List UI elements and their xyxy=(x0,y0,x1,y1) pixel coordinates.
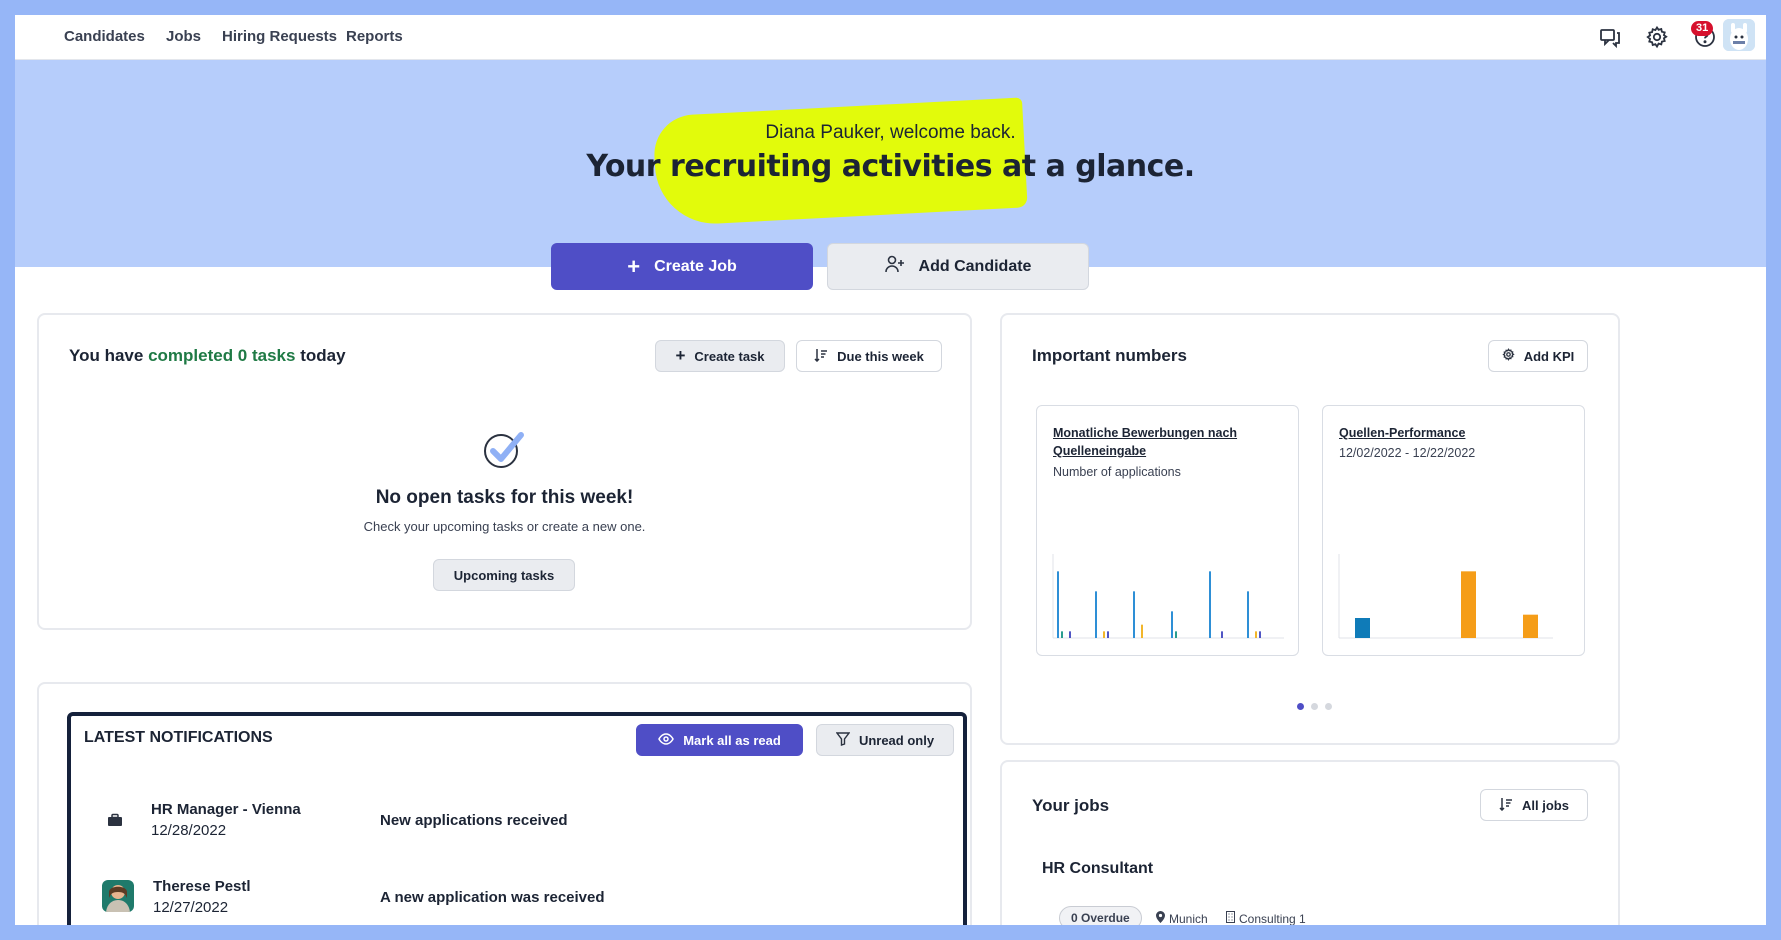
eye-icon xyxy=(658,732,675,748)
job-location-label: Munich xyxy=(1169,911,1208,926)
add-kpi-button[interactable]: Add KPI xyxy=(1488,340,1588,372)
add-candidate-label: Add Candidate xyxy=(918,257,1032,275)
mark-all-read-label: Mark all as read xyxy=(683,732,781,748)
tasks-completed-count: completed 0 tasks xyxy=(148,346,296,365)
briefcase-icon xyxy=(107,813,123,832)
notifications-card: LATEST NOTIFICATIONS Mark all as read Un… xyxy=(67,712,967,925)
chart-bar xyxy=(1069,631,1071,638)
filter-icon xyxy=(835,731,851,749)
kpi-chart-title[interactable]: Quellen-Performance xyxy=(1339,424,1465,442)
gear-icon[interactable] xyxy=(1645,25,1669,49)
chart-bar xyxy=(1171,611,1173,638)
gear-icon xyxy=(1502,348,1515,364)
sort-icon xyxy=(814,348,828,365)
create-job-button[interactable]: + Create Job xyxy=(551,243,813,290)
all-jobs-label: All jobs xyxy=(1522,797,1569,813)
kpi-chart-subtitle: Number of applications xyxy=(1053,465,1181,479)
chart-bar xyxy=(1107,631,1109,638)
job-location: Munich xyxy=(1156,911,1208,925)
create-job-label: Create Job xyxy=(654,257,737,275)
add-kpi-label: Add KPI xyxy=(1523,348,1575,364)
empty-tasks-subtitle: Check your upcoming tasks or create a ne… xyxy=(363,519,646,534)
candidate-avatar xyxy=(102,880,134,912)
upcoming-tasks-label: Upcoming tasks xyxy=(453,567,555,583)
kpi-title: Important numbers xyxy=(1032,346,1187,365)
chart-bar xyxy=(1133,591,1135,638)
notification-item[interactable]: HR Manager - Vienna 12/28/2022 New appli… xyxy=(71,801,951,851)
chart-bar xyxy=(1259,631,1261,638)
upcoming-tasks-button[interactable]: Upcoming tasks xyxy=(433,559,575,591)
chart-bar xyxy=(1523,614,1538,638)
welcome-text: Diana Pauker, welcome back. xyxy=(765,122,1016,143)
kpi-chart-subtitle: 12/02/2022 - 12/22/2022 xyxy=(1339,446,1476,460)
create-task-button[interactable]: + Create task xyxy=(655,340,785,372)
nav-candidates[interactable]: Candidates xyxy=(64,28,145,45)
unread-only-filter[interactable]: Unread only xyxy=(816,724,954,756)
job-title[interactable]: HR Consultant xyxy=(1042,860,1153,878)
notification-date: 12/27/2022 xyxy=(153,899,229,916)
page-headline: Your recruiting activities at a glance. xyxy=(586,149,1195,184)
chart-bar xyxy=(1255,631,1257,638)
kpi-chart-card[interactable]: Quellen-Performance 12/02/2022 - 12/22/2… xyxy=(1322,405,1585,656)
checkmark-icon xyxy=(483,427,525,469)
nav-reports[interactable]: Reports xyxy=(346,28,403,45)
carousel-dot[interactable] xyxy=(1311,703,1318,710)
mark-all-read-button[interactable]: Mark all as read xyxy=(636,724,803,756)
tasks-title-suffix: today xyxy=(300,346,346,365)
carousel-dot[interactable] xyxy=(1325,703,1332,710)
chart-bar xyxy=(1209,571,1211,638)
chart-bar xyxy=(1141,624,1143,638)
app-frame: Candidates Jobs Hiring Requests Reports … xyxy=(15,15,1766,925)
chart-bar xyxy=(1461,571,1476,638)
chart-bar xyxy=(1057,571,1059,638)
notifications-title: LATEST NOTIFICATIONS xyxy=(84,729,273,746)
job-department: Consulting 1 xyxy=(1226,911,1306,925)
notification-message: A new application was received xyxy=(380,889,605,906)
nav-hiring-requests[interactable]: Hiring Requests xyxy=(222,28,337,45)
add-candidate-button[interactable]: Add Candidate xyxy=(827,243,1089,290)
jobs-title: Your jobs xyxy=(1032,796,1110,815)
nav-jobs[interactable]: Jobs xyxy=(166,28,201,45)
kpi-chart-card[interactable]: Monatliche Bewerbungen nach Quelleneinga… xyxy=(1036,405,1299,656)
building-icon xyxy=(1226,911,1235,925)
chat-icon[interactable] xyxy=(1598,25,1622,49)
sort-icon xyxy=(1499,797,1513,814)
plus-icon: + xyxy=(675,346,686,365)
notification-count-badge: 31 xyxy=(1691,21,1714,36)
top-navigation: Candidates Jobs Hiring Requests Reports … xyxy=(15,15,1766,60)
notification-title: HR Manager - Vienna xyxy=(151,801,301,818)
kpi-card: Important numbers Add KPI Monatliche Bew… xyxy=(1000,313,1620,745)
chart-bar xyxy=(1355,618,1370,638)
empty-tasks-title: No open tasks for this week! xyxy=(375,487,634,508)
notification-date: 12/28/2022 xyxy=(151,822,227,839)
location-pin-icon xyxy=(1156,911,1165,925)
notification-message: New applications received xyxy=(380,812,568,829)
chart-bar xyxy=(1221,631,1223,638)
add-user-icon xyxy=(884,255,905,278)
chart-bar xyxy=(1095,591,1097,638)
tasks-title: You have completed 0 tasks today xyxy=(69,346,346,366)
carousel-dot-active[interactable] xyxy=(1297,703,1304,710)
overdue-badge: 0 Overdue xyxy=(1059,906,1142,925)
plus-icon: + xyxy=(627,253,641,279)
tasks-title-prefix: You have xyxy=(69,346,144,365)
notification-item[interactable]: Therese Pestl 12/27/2022 A new applicati… xyxy=(71,878,951,925)
tasks-card: You have completed 0 tasks today + Creat… xyxy=(37,313,972,630)
due-this-week-filter[interactable]: Due this week xyxy=(796,340,942,372)
chart-bar xyxy=(1247,591,1249,638)
unread-only-label: Unread only xyxy=(858,732,935,748)
kpi-chart-title[interactable]: Monatliche Bewerbungen nach Quelleneinga… xyxy=(1053,424,1273,460)
avatar[interactable] xyxy=(1723,19,1755,51)
all-jobs-button[interactable]: All jobs xyxy=(1480,789,1588,821)
jobs-card: Your jobs All jobs HR Consultant xyxy=(1000,760,1620,925)
bar-chart-applications xyxy=(1052,554,1284,639)
chart-bar xyxy=(1103,631,1105,638)
due-this-week-label: Due this week xyxy=(837,348,924,364)
chart-bar xyxy=(1061,631,1063,638)
notification-title: Therese Pestl xyxy=(153,878,251,895)
chart-bar xyxy=(1175,631,1177,638)
bar-chart-source-performance xyxy=(1338,554,1553,639)
create-task-label: Create task xyxy=(694,348,765,364)
job-department-label: Consulting 1 xyxy=(1239,911,1306,926)
